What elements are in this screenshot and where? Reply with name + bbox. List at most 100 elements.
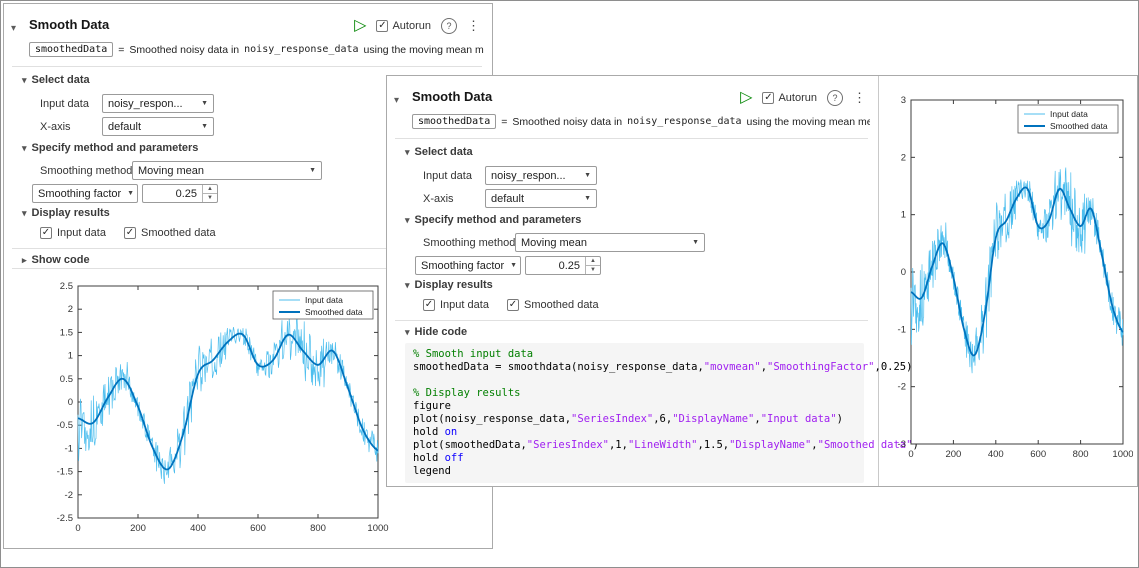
- task-title: Smooth Data: [412, 89, 492, 104]
- autorun-checkbox[interactable]: ✓: [762, 92, 774, 104]
- section-select-data[interactable]: ▾ Select data: [405, 146, 473, 158]
- input-data-check[interactable]: ✓ Input data: [423, 299, 489, 311]
- inline-output-plot: 02004006008001000-2.5-2-1.5-1-0.500.511.…: [32, 272, 392, 544]
- autorun-toggle[interactable]: ✓ Autorun: [762, 92, 817, 104]
- output-variable-chip[interactable]: smoothedData: [412, 114, 496, 129]
- legend-label: Input data: [1050, 109, 1088, 119]
- code-token: plot(smoothedData,: [413, 439, 527, 451]
- input-data-dropdown[interactable]: noisy_respon... ▼: [102, 94, 214, 113]
- overflow-menu-icon[interactable]: ⋮: [853, 90, 866, 106]
- xaxis-label: X-axis: [40, 121, 71, 133]
- smoothing-method-value: Moving mean: [521, 237, 587, 249]
- axes-box: [911, 100, 1123, 444]
- code-token: figure: [413, 400, 451, 412]
- axes-box: [78, 286, 378, 518]
- section-display-label: Display results: [32, 207, 110, 219]
- y-tick-label: 2.5: [60, 281, 73, 292]
- code-line: [413, 374, 856, 387]
- legend-label: Smoothed data: [1050, 121, 1108, 131]
- section-specify-method[interactable]: ▾ Specify method and parameters: [22, 142, 198, 154]
- smoothing-factor-field[interactable]: 0.25 ▲ ▼: [525, 256, 601, 275]
- input-data-check-label: Input data: [57, 227, 106, 239]
- smoothed-data-check[interactable]: ✓ Smoothed data: [124, 227, 216, 239]
- output-variable-chip[interactable]: smoothedData: [29, 42, 113, 57]
- smoothing-method-dropdown[interactable]: Moving mean ▼: [132, 161, 322, 180]
- smoothing-factor-dropdown[interactable]: Smoothing factor ▼: [32, 184, 138, 203]
- smoothed-data-checkbox[interactable]: ✓: [507, 299, 519, 311]
- code-block[interactable]: % Smooth input datasmoothedData = smooth…: [405, 343, 864, 483]
- x-tick-label: 0: [75, 523, 80, 534]
- code-token: ,1.5,: [698, 439, 730, 451]
- front-task-region: ▾ Smooth Data ▷ ✓ Autorun ? ⋮ smoothedDa…: [387, 76, 879, 486]
- section-display-results[interactable]: ▾ Display results: [405, 279, 493, 291]
- xaxis-dropdown[interactable]: default ▼: [485, 189, 597, 208]
- chevron-down-icon: ▼: [510, 262, 517, 269]
- chevron-down-icon: ▼: [127, 190, 134, 197]
- code-token: % Smooth input data: [413, 348, 533, 360]
- smoothing-factor-dropdown[interactable]: Smoothing factor ▼: [415, 256, 521, 275]
- input-data-dropdown[interactable]: noisy_respon... ▼: [485, 166, 597, 185]
- help-icon[interactable]: ?: [827, 90, 843, 106]
- input-data-value: noisy_respon...: [108, 98, 183, 110]
- spin-up-icon[interactable]: ▲: [203, 185, 217, 193]
- code-token: plot(noisy_response_data,: [413, 413, 571, 425]
- chevron-down-icon: ▼: [201, 100, 208, 107]
- overflow-menu-icon[interactable]: ⋮: [467, 18, 480, 34]
- smoothing-factor-field[interactable]: 0.25 ▲ ▼: [142, 184, 218, 203]
- run-button[interactable]: ▷: [354, 18, 366, 34]
- collapse-open-icon: ▾: [405, 327, 410, 338]
- y-tick-label: -2.5: [57, 513, 73, 524]
- section-specify-label: Specify method and parameters: [415, 214, 582, 226]
- input-data-checkbox[interactable]: ✓: [40, 227, 52, 239]
- y-tick-label: -1.5: [57, 467, 73, 478]
- section-display-results[interactable]: ▾ Display results: [22, 207, 110, 219]
- input-data-check[interactable]: ✓ Input data: [40, 227, 106, 239]
- smoothing-factor-value[interactable]: 0.25: [526, 257, 585, 274]
- code-token: "movmean": [704, 361, 761, 373]
- input-data-checkbox[interactable]: ✓: [423, 299, 435, 311]
- equals-sign: =: [118, 44, 124, 56]
- summary-prefix: Smoothed noisy data in: [512, 116, 622, 128]
- code-token: "DisplayName": [729, 439, 811, 451]
- equals-sign: =: [501, 116, 507, 128]
- code-token: "LineWidth": [628, 439, 698, 451]
- smoothing-factor-value[interactable]: 0.25: [143, 185, 202, 202]
- section-collapse-icon: ▾: [22, 143, 27, 154]
- autorun-checkbox[interactable]: ✓: [376, 20, 388, 32]
- panel-collapse-icon[interactable]: ▾: [394, 95, 399, 106]
- spin-up-icon[interactable]: ▲: [586, 257, 600, 265]
- section-select-data[interactable]: ▾ Select data: [22, 74, 90, 86]
- chevron-down-icon: ▼: [584, 172, 591, 179]
- section-specify-method[interactable]: ▾ Specify method and parameters: [405, 214, 581, 226]
- run-button[interactable]: ▷: [740, 90, 752, 106]
- code-line: plot(noisy_response_data,"SeriesIndex",6…: [413, 413, 856, 426]
- code-line: hold on: [413, 426, 856, 439]
- x-tick-label: 1000: [367, 523, 388, 534]
- xaxis-value: default: [108, 121, 141, 133]
- smoothed-data-check-label: Smoothed data: [141, 227, 216, 239]
- smoothed-data-checkbox[interactable]: ✓: [124, 227, 136, 239]
- xaxis-dropdown[interactable]: default ▼: [102, 117, 214, 136]
- code-token: off: [445, 452, 464, 464]
- task-panel-front: ▾ Smooth Data ▷ ✓ Autorun ? ⋮ smoothedDa…: [386, 75, 1138, 487]
- autorun-toggle[interactable]: ✓ Autorun: [376, 20, 431, 32]
- spinner: ▲ ▼: [585, 257, 600, 274]
- summary-variable: noisy_response_data: [627, 116, 741, 127]
- y-tick-label: -1: [65, 443, 73, 454]
- smoothing-method-dropdown[interactable]: Moving mean ▼: [515, 233, 705, 252]
- help-icon[interactable]: ?: [441, 18, 457, 34]
- code-token: hold: [413, 426, 445, 438]
- collapse-closed-icon: ▸: [22, 255, 27, 266]
- y-tick-label: -2: [65, 490, 73, 501]
- xaxis-label: X-axis: [423, 193, 454, 205]
- spin-down-icon[interactable]: ▼: [586, 265, 600, 274]
- autorun-label: Autorun: [392, 20, 431, 32]
- spin-down-icon[interactable]: ▼: [203, 193, 217, 202]
- code-line: hold off: [413, 452, 856, 465]
- show-code-label: Show code: [32, 254, 90, 266]
- panel-collapse-icon[interactable]: ▾: [11, 23, 16, 34]
- smoothed-data-check[interactable]: ✓ Smoothed data: [507, 299, 599, 311]
- hide-code-toggle[interactable]: ▾ Hide code: [405, 326, 467, 338]
- smoothing-method-value: Moving mean: [138, 165, 204, 177]
- show-code-toggle[interactable]: ▸ Show code: [22, 254, 90, 266]
